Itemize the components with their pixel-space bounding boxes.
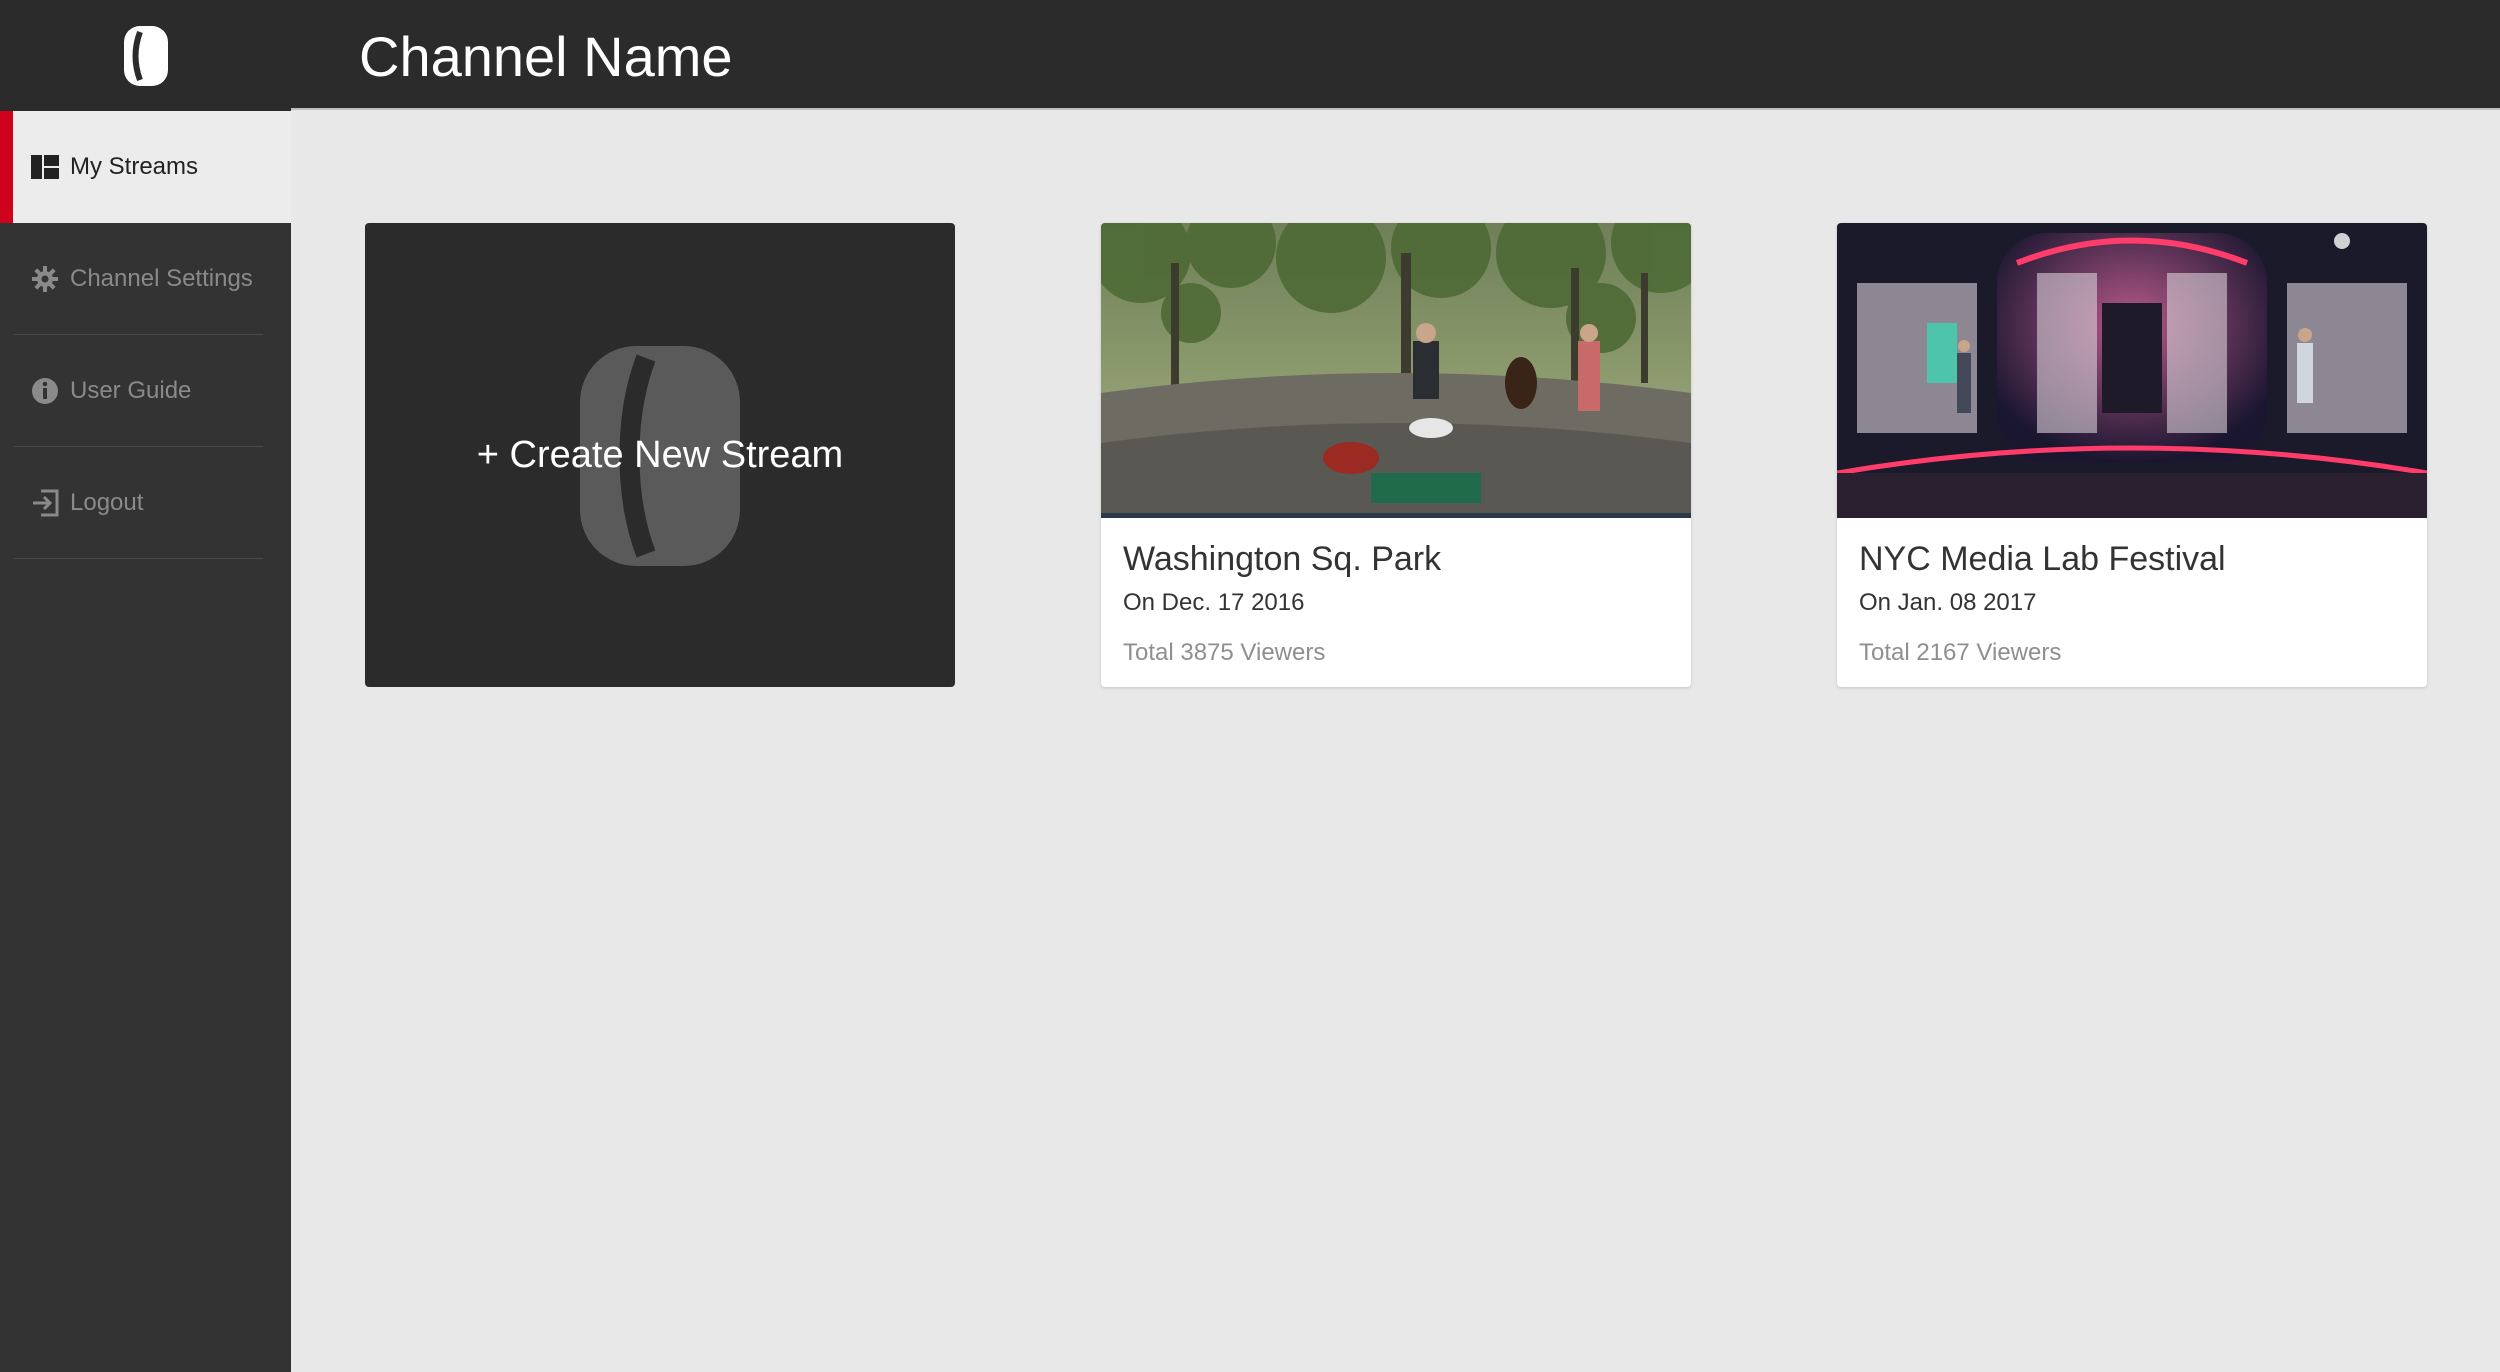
dashboard-icon [30, 152, 60, 182]
stream-thumbnail[interactable] [1101, 223, 1691, 518]
stream-date: On Dec. 17 2016 [1123, 589, 1305, 616]
sidebar-item-label: My Streams [70, 153, 199, 180]
sidebar-item-label: User Guide [70, 377, 192, 404]
logo[interactable] [0, 0, 291, 111]
sidebar: My Streams Channel Settings User Guide L… [0, 0, 291, 1372]
gear-icon [30, 264, 60, 294]
sidebar-item-channel-settings[interactable]: Channel Settings [0, 223, 291, 335]
stream-name[interactable]: Washington Sq. Park [1123, 540, 1669, 579]
stream-info: Washington Sq. Park On Dec. 17 2016 Tota… [1101, 518, 1691, 687]
info-icon [30, 376, 60, 406]
logout-icon [30, 488, 60, 518]
header: Channel Name [291, 0, 2500, 110]
sidebar-item-logout[interactable]: Logout [0, 447, 291, 559]
stream-viewers: Total 2167 Viewers [1859, 639, 2062, 666]
stream-thumbnail[interactable] [1837, 223, 2427, 518]
page-title: Channel Name [359, 25, 733, 88]
stream-date: On Jan. 08 2017 [1859, 589, 2037, 616]
stream-viewers: Total 3875 Viewers [1123, 639, 1326, 666]
sidebar-item-my-streams[interactable]: My Streams [0, 111, 291, 223]
sidebar-item-label: Logout [70, 489, 144, 516]
sidebar-item-user-guide[interactable]: User Guide [0, 335, 291, 447]
stream-name[interactable]: NYC Media Lab Festival [1859, 540, 2405, 579]
active-indicator [0, 111, 13, 223]
create-stream-button[interactable]: + Create New Stream [365, 223, 955, 687]
stream-card-washington-sq-park[interactable]: Washington Sq. Park On Dec. 17 2016 Tota… [1101, 223, 1691, 687]
stream-info: NYC Media Lab Festival On Jan. 08 2017 T… [1837, 518, 2427, 687]
sidebar-item-label: Channel Settings [70, 265, 253, 292]
create-stream-label: + Create New Stream [476, 433, 844, 476]
stream-card-nyc-media-lab-festival[interactable]: NYC Media Lab Festival On Jan. 08 2017 T… [1837, 223, 2427, 687]
brand-logo-icon [123, 25, 168, 86]
divider [14, 558, 263, 559]
